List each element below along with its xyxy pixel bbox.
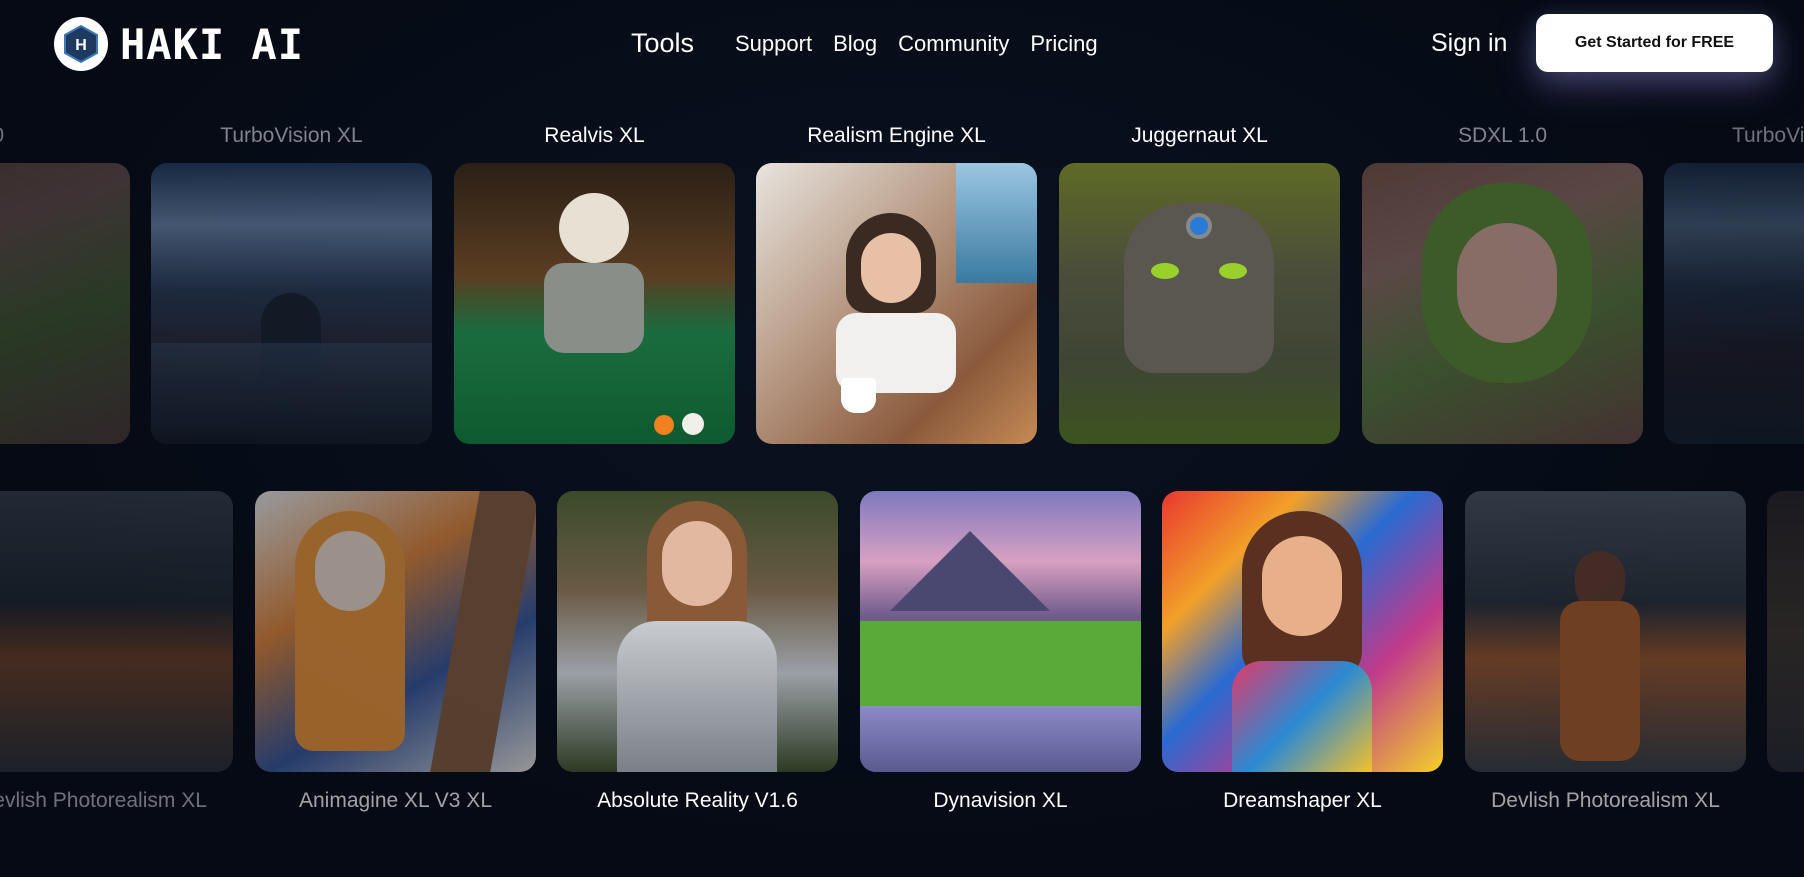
nav-tools-label[interactable]: Tools (631, 28, 694, 59)
get-started-button[interactable]: Get Started for FREE (1536, 14, 1773, 72)
model-card-label: Dynavision XL (933, 789, 1068, 812)
model-card-label: Juggernaut XL (1131, 124, 1268, 147)
brand-name: HAKI AI (120, 19, 305, 69)
model-card-image[interactable] (1767, 491, 1804, 772)
model-card-label: Devlish Photorealism XL (1491, 789, 1720, 812)
model-card-image[interactable] (0, 163, 130, 444)
model-carousel-bottom[interactable]: Devlish Photorealism XL Animagine XL V3 … (0, 490, 1804, 820)
nav-pricing[interactable]: Pricing (1030, 31, 1097, 57)
model-carousel-top[interactable]: 1.0 TurboVision XL Realvis XL Realism En… (0, 120, 1804, 450)
brand-logo[interactable]: H HAKI AI (54, 17, 304, 71)
model-card-label: Realvis XL (544, 124, 645, 147)
model-card-label: Animagine XL V3 XL (298, 789, 492, 812)
model-card-image[interactable] (1162, 491, 1443, 772)
model-card-image[interactable] (1059, 163, 1340, 444)
model-card-label: 1.0 (0, 124, 130, 148)
model-card-label: Realism Engine XL (807, 124, 986, 147)
model-card-image[interactable] (454, 163, 735, 444)
main-nav: Support Blog Community Pricing (735, 31, 1098, 57)
nav-blog[interactable]: Blog (833, 31, 877, 57)
model-card-label: Devlish Photorealism XL (0, 789, 207, 812)
model-card-label: SDXL 1.0 (1457, 124, 1548, 147)
site-header: H HAKI AI Tools Support Blog Community P… (0, 0, 1804, 90)
model-card-image[interactable] (151, 163, 432, 444)
logo-hexagon-icon: H (54, 17, 108, 71)
nav-community[interactable]: Community (898, 31, 1009, 57)
model-card-label: TurboVision XL (1732, 124, 1804, 147)
model-card-label: Dreamshaper XL (1223, 789, 1382, 812)
model-card-image[interactable] (1362, 163, 1643, 444)
model-card-label: TurboVision XL (220, 124, 363, 147)
model-card-image[interactable] (860, 491, 1141, 772)
model-card-image[interactable] (255, 491, 536, 772)
nav-tools[interactable]: Tools (631, 28, 694, 59)
nav-support[interactable]: Support (735, 31, 812, 57)
svg-text:H: H (75, 37, 87, 54)
model-card-image[interactable] (1465, 491, 1746, 772)
signin-link[interactable]: Sign in (1431, 29, 1507, 58)
model-card-image[interactable] (557, 491, 838, 772)
page: H HAKI AI Tools Support Blog Community P… (0, 0, 1804, 877)
model-card-image[interactable] (756, 163, 1037, 444)
model-card-image[interactable] (0, 491, 233, 772)
model-card-label: Absolute Reality V1.6 (597, 789, 798, 812)
model-card-image[interactable] (1664, 163, 1804, 444)
